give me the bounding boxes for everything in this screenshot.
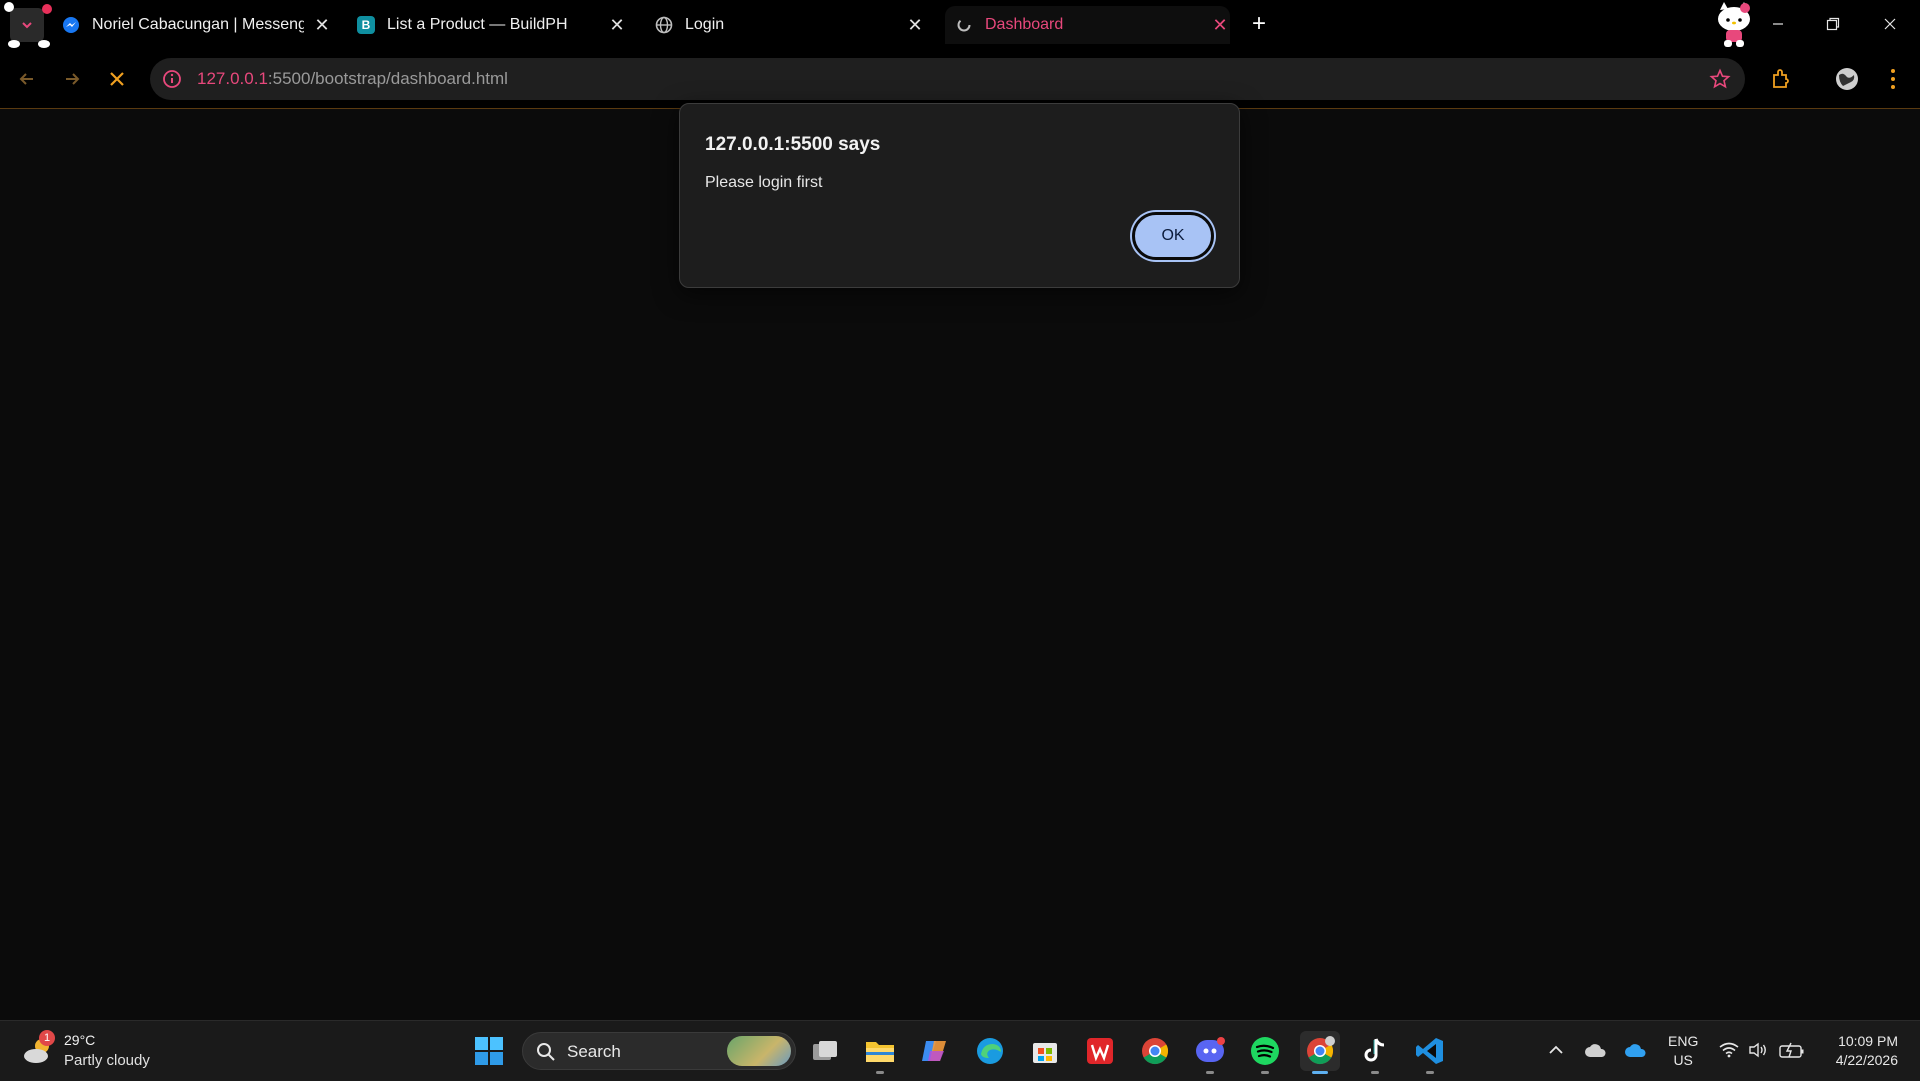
file-explorer-icon[interactable]: [860, 1031, 900, 1074]
tab-title: Noriel Cabacungan | Messenger: [92, 16, 304, 33]
bookmark-star-icon[interactable]: [1709, 68, 1731, 90]
tab-search-button[interactable]: [4, 2, 52, 48]
tab-title: Login: [685, 16, 725, 33]
close-window-button[interactable]: [1870, 8, 1910, 40]
new-tab-button[interactable]: +: [1247, 10, 1271, 37]
running-indicator: [876, 1071, 884, 1074]
discord-icon[interactable]: [1190, 1031, 1230, 1074]
theme-decoration-icon: [8, 40, 20, 48]
task-view-icon[interactable]: [805, 1031, 845, 1071]
copilot-icon[interactable]: [915, 1031, 955, 1071]
chrome-icon[interactable]: [1135, 1031, 1175, 1071]
theme-bow-icon: [42, 4, 52, 14]
tab-strip: Noriel Cabacungan | Messenger ✕ B List a…: [0, 0, 1920, 50]
onedrive-icon[interactable]: [1623, 1037, 1649, 1063]
language-indicator[interactable]: ENG US: [1668, 1032, 1698, 1070]
forward-button[interactable]: [58, 65, 86, 93]
running-indicator: [1426, 1071, 1434, 1074]
back-button[interactable]: [13, 65, 41, 93]
alert-dialog: 127.0.0.1:5500 says Please login first O…: [679, 103, 1240, 288]
active-indicator: [1312, 1071, 1328, 1074]
close-tab-icon[interactable]: ✕: [607, 15, 627, 35]
url-path: :5500/bootstrap/dashboard.html: [267, 69, 508, 88]
wps-icon[interactable]: [1080, 1031, 1120, 1071]
ok-button[interactable]: OK: [1132, 212, 1214, 260]
show-hidden-icons-chevron-icon[interactable]: [1543, 1037, 1569, 1063]
dialog-message: Please login first: [705, 174, 823, 191]
stop-loading-button[interactable]: [103, 65, 131, 93]
close-tab-icon[interactable]: ✕: [312, 15, 332, 35]
clock-date: 4/22/2026: [1835, 1052, 1898, 1068]
buildph-icon: B: [357, 16, 375, 34]
search-icon: [536, 1042, 556, 1062]
url-text[interactable]: 127.0.0.1:5500/bootstrap/dashboard.html: [197, 69, 508, 89]
search-label: Search: [567, 1042, 621, 1061]
tab-login[interactable]: Login ✕: [655, 6, 925, 44]
dialog-title: 127.0.0.1:5500 says: [705, 134, 881, 155]
store-icon[interactable]: [1025, 1031, 1065, 1071]
weather-badge: 1: [39, 1030, 55, 1046]
taskbar-search[interactable]: Search: [522, 1032, 796, 1070]
chrome-active-icon[interactable]: [1300, 1031, 1340, 1074]
taskbar-clock[interactable]: 10:09 PM 4/22/2026: [1822, 1032, 1898, 1070]
tab-messenger[interactable]: Noriel Cabacungan | Messenger ✕: [62, 6, 332, 44]
restore-button[interactable]: [1813, 8, 1853, 40]
profile-icon[interactable]: [1832, 64, 1862, 94]
tiktok-icon[interactable]: [1355, 1031, 1395, 1074]
tab-title: Dashboard: [985, 16, 1064, 33]
taskbar: 1 29°C Partly cloudy Search ENG US 10:09…: [0, 1020, 1920, 1081]
site-info-icon[interactable]: [162, 69, 182, 89]
tab-dashboard[interactable]: Dashboard ✕: [945, 6, 1230, 44]
vscode-icon[interactable]: [1410, 1031, 1450, 1074]
start-button[interactable]: [469, 1031, 509, 1071]
extensions-icon[interactable]: [1766, 64, 1796, 94]
spotify-icon[interactable]: [1245, 1031, 1285, 1074]
cloud-icon[interactable]: [1583, 1037, 1609, 1063]
language-line2: US: [1673, 1052, 1693, 1068]
profile-avatar-icon[interactable]: [1712, 2, 1756, 48]
wifi-icon[interactable]: [1716, 1037, 1742, 1063]
tab-buildph[interactable]: B List a Product — BuildPH ✕: [357, 6, 627, 44]
chevron-down-icon: [22, 22, 32, 29]
running-indicator: [1261, 1071, 1269, 1074]
running-indicator: [1206, 1071, 1214, 1074]
minimize-button[interactable]: [1758, 8, 1798, 40]
weather-widget[interactable]: 1 29°C Partly cloudy: [22, 1030, 162, 1072]
globe-icon: [655, 16, 673, 34]
theme-decoration-icon: [4, 2, 14, 12]
theme-decoration-icon: [38, 40, 50, 48]
browser-toolbar: 127.0.0.1:5500/bootstrap/dashboard.html: [0, 50, 1920, 109]
weather-temp: 29°C: [64, 1032, 96, 1048]
running-indicator: [1371, 1071, 1379, 1074]
edge-icon[interactable]: [970, 1031, 1010, 1071]
address-bar[interactable]: 127.0.0.1:5500/bootstrap/dashboard.html: [150, 58, 1745, 100]
clock-time: 10:09 PM: [1838, 1033, 1898, 1049]
messenger-icon: [62, 16, 80, 34]
volume-icon[interactable]: [1745, 1037, 1771, 1063]
close-tab-icon[interactable]: ✕: [1210, 15, 1230, 35]
battery-charging-icon[interactable]: [1779, 1037, 1805, 1063]
weather-condition: Partly cloudy: [64, 1052, 150, 1069]
tab-title: List a Product — BuildPH: [387, 16, 568, 33]
menu-kebab-icon[interactable]: [1878, 64, 1908, 94]
url-host: 127.0.0.1: [197, 69, 268, 88]
close-tab-icon[interactable]: ✕: [905, 15, 925, 35]
loading-icon: [955, 16, 973, 34]
buildph-letter: B: [357, 16, 375, 34]
search-highlight-image: [727, 1036, 791, 1066]
language-line1: ENG: [1668, 1033, 1699, 1049]
